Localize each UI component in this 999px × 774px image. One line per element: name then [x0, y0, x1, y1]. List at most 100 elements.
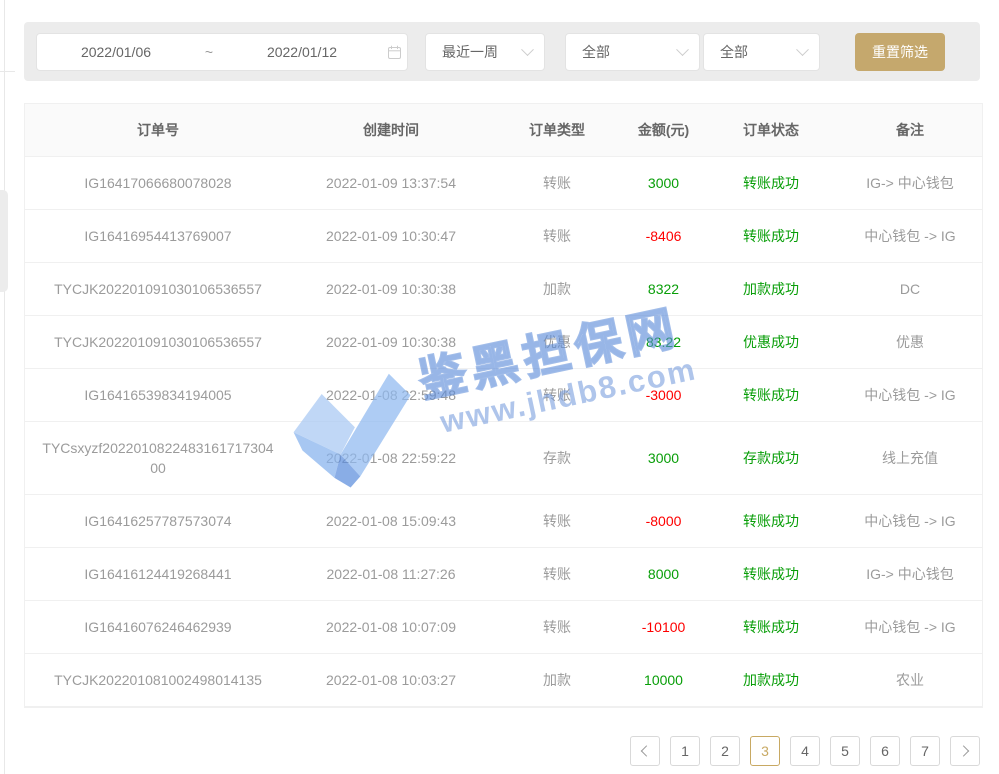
cell-amount: 10000 [623, 654, 704, 706]
order-status-value: 全部 [720, 42, 798, 62]
cell-order-type: 转账 [491, 601, 623, 653]
left-edge-tick [0, 71, 15, 72]
left-edge-divider [4, 0, 5, 774]
cell-order-no: TYCJK202201081002498014135 [25, 654, 291, 706]
table-row: TYCsxyzf2022010822483161717304002022-01-… [25, 422, 982, 495]
chevron-right-icon [958, 745, 969, 756]
cell-created-time: 2022-01-08 10:07:09 [291, 601, 491, 653]
cell-order-no: TYCsxyzf202201082248316171730400 [25, 422, 291, 494]
table-row: IG164162577875730742022-01-08 15:09:43转账… [25, 495, 982, 548]
page-button-3[interactable]: 3 [750, 736, 780, 766]
cell-created-time: 2022-01-08 22:59:22 [291, 432, 491, 484]
cell-amount: 83.22 [623, 316, 704, 368]
table-row: IG164165398341940052022-01-08 22:59:48转账… [25, 369, 982, 422]
cell-remark: DC [838, 263, 982, 315]
cell-order-type: 转账 [491, 495, 623, 547]
pagination: 1234567 [620, 736, 980, 766]
cell-order-type: 存款 [491, 432, 623, 484]
cell-created-time: 2022-01-09 10:30:47 [291, 210, 491, 262]
order-type-select[interactable]: 全部 [565, 33, 700, 71]
cell-order-no: IG16416257787573074 [25, 495, 291, 547]
cell-amount: 3000 [623, 157, 704, 209]
chevron-down-icon [521, 43, 534, 56]
date-preset-select[interactable]: 最近一周 [425, 33, 545, 71]
cell-order-status: 转账成功 [704, 369, 838, 421]
cell-remark: 中心钱包 -> IG [838, 210, 982, 262]
cell-amount: 3000 [623, 432, 704, 484]
column-header: 金额(元) [623, 104, 704, 156]
cell-remark: IG-> 中心钱包 [838, 157, 982, 209]
filter-bar: 2022/01/06 ~ 2022/01/12 最近一周 全部 全部 重置筛选 [24, 22, 980, 81]
cell-order-type: 加款 [491, 654, 623, 706]
page-button-2[interactable]: 2 [710, 736, 740, 766]
date-start-value[interactable]: 2022/01/06 [37, 44, 195, 60]
date-separator: ~ [195, 44, 223, 60]
date-range-picker[interactable]: 2022/01/06 ~ 2022/01/12 [36, 33, 408, 71]
cell-order-no: IG16416076246462939 [25, 601, 291, 653]
cell-created-time: 2022-01-08 11:27:26 [291, 548, 491, 600]
table-row: IG164170666800780282022-01-09 13:37:54转账… [25, 157, 982, 210]
cell-order-status: 转账成功 [704, 495, 838, 547]
page-button-6[interactable]: 6 [870, 736, 900, 766]
column-header: 创建时间 [291, 104, 491, 156]
cell-order-no: TYCJK202201091030106536557 [25, 263, 291, 315]
column-header: 备注 [838, 104, 982, 156]
cell-order-type: 转账 [491, 157, 623, 209]
table-row: TYCJK2022010810024980141352022-01-08 10:… [25, 654, 982, 707]
cell-remark: 中心钱包 -> IG [838, 495, 982, 547]
cell-order-status: 加款成功 [704, 654, 838, 706]
cell-order-no: IG16416539834194005 [25, 369, 291, 421]
page-button-4[interactable]: 4 [790, 736, 820, 766]
calendar-icon [381, 45, 407, 60]
cell-created-time: 2022-01-08 22:59:48 [291, 369, 491, 421]
cell-order-no: IG16416954413769007 [25, 210, 291, 262]
cell-amount: -8406 [623, 210, 704, 262]
cell-created-time: 2022-01-09 13:37:54 [291, 157, 491, 209]
page-button-1[interactable]: 1 [670, 736, 700, 766]
cell-remark: 中心钱包 -> IG [838, 369, 982, 421]
order-table-body: IG164170666800780282022-01-09 13:37:54转账… [25, 157, 982, 707]
cell-order-no: IG16417066680078028 [25, 157, 291, 209]
reset-filter-button[interactable]: 重置筛选 [855, 33, 945, 71]
cell-created-time: 2022-01-08 15:09:43 [291, 495, 491, 547]
cell-order-no: IG16416124419268441 [25, 548, 291, 600]
cell-remark: 农业 [838, 654, 982, 706]
order-table: 订单号创建时间订单类型金额(元)订单状态备注 IG164170666800780… [24, 103, 983, 708]
cell-remark: 优惠 [838, 316, 982, 368]
left-edge-strip [0, 190, 8, 292]
cell-order-status: 加款成功 [704, 263, 838, 315]
cell-order-type: 转账 [491, 369, 623, 421]
cell-order-status: 转账成功 [704, 210, 838, 262]
cell-order-status: 优惠成功 [704, 316, 838, 368]
cell-amount: -8000 [623, 495, 704, 547]
pagination-prev-button[interactable] [630, 736, 660, 766]
cell-order-no: TYCJK202201091030106536557 [25, 316, 291, 368]
cell-created-time: 2022-01-09 10:30:38 [291, 316, 491, 368]
cell-order-status: 存款成功 [704, 432, 838, 484]
cell-order-type: 转账 [491, 548, 623, 600]
table-row: TYCJK2022010910301065365572022-01-09 10:… [25, 263, 982, 316]
cell-remark: 线上充值 [838, 432, 982, 484]
cell-order-status: 转账成功 [704, 601, 838, 653]
chevron-down-icon [796, 43, 809, 56]
page-button-5[interactable]: 5 [830, 736, 860, 766]
date-end-value[interactable]: 2022/01/12 [223, 44, 381, 60]
order-status-select[interactable]: 全部 [703, 33, 820, 71]
cell-order-status: 转账成功 [704, 157, 838, 209]
pagination-next-button[interactable] [950, 736, 980, 766]
table-row: IG164160762464629392022-01-08 10:07:09转账… [25, 601, 982, 654]
date-preset-value: 最近一周 [442, 42, 523, 62]
cell-amount: -3000 [623, 369, 704, 421]
table-row: TYCJK2022010910301065365572022-01-09 10:… [25, 316, 982, 369]
table-header-row: 订单号创建时间订单类型金额(元)订单状态备注 [25, 104, 982, 157]
table-row: IG164161244192684412022-01-08 11:27:26转账… [25, 548, 982, 601]
column-header: 订单类型 [491, 104, 623, 156]
page-button-7[interactable]: 7 [910, 736, 940, 766]
cell-order-type: 加款 [491, 263, 623, 315]
cell-created-time: 2022-01-09 10:30:38 [291, 263, 491, 315]
cell-remark: 中心钱包 -> IG [838, 601, 982, 653]
chevron-down-icon [676, 43, 689, 56]
column-header: 订单号 [25, 104, 291, 156]
chevron-left-icon [641, 745, 652, 756]
cell-amount: 8322 [623, 263, 704, 315]
